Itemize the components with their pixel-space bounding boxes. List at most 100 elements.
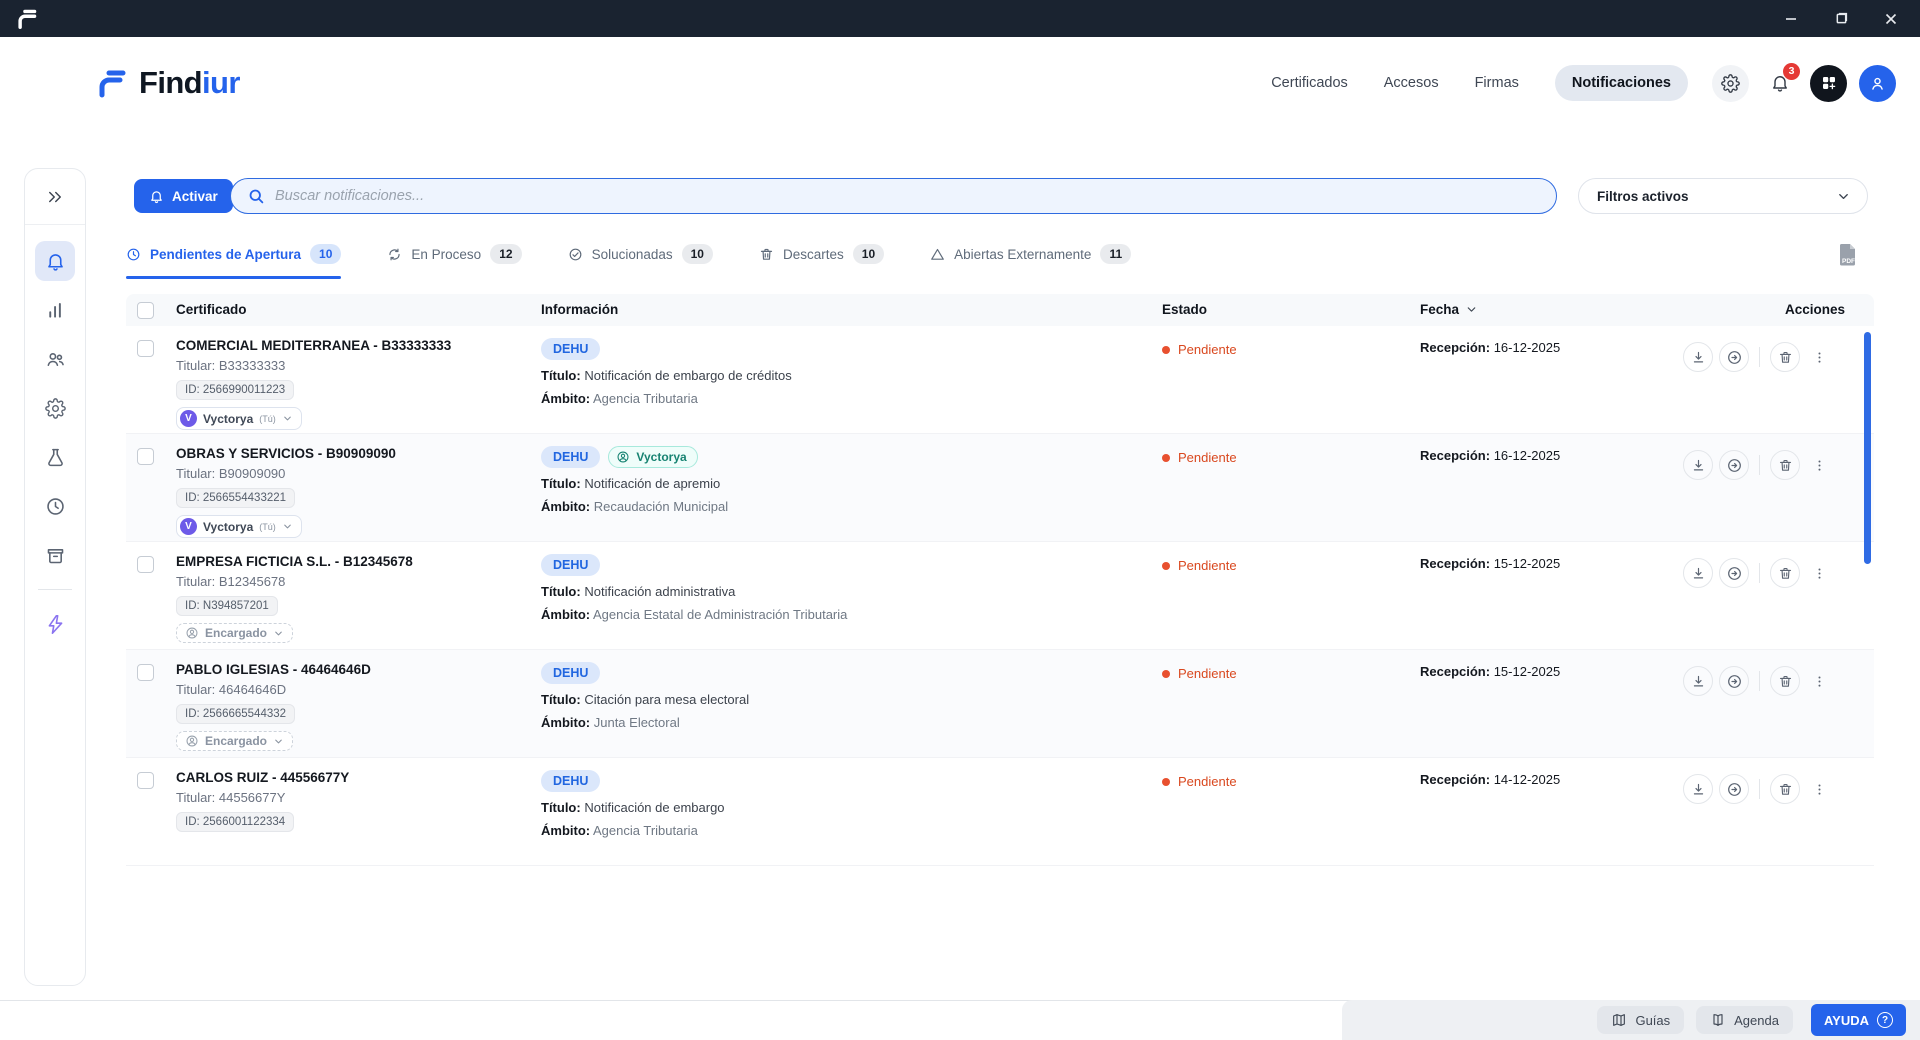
more-options-button[interactable] [1806,342,1832,372]
apps-grid-icon [1822,77,1835,90]
open-button[interactable] [1719,558,1749,588]
filters-dropdown[interactable]: Filtros activos [1578,178,1868,214]
arrow-circle-right-icon [1727,350,1741,364]
more-options-button[interactable] [1806,558,1832,588]
actions-divider [1759,563,1760,583]
more-options-button[interactable] [1806,774,1832,804]
sidebar-item-history[interactable] [35,486,75,526]
download-button[interactable] [1683,450,1713,480]
users-icon [47,352,64,366]
sidebar-item-settings[interactable] [35,388,75,428]
agenda-button[interactable]: Agenda [1696,1006,1793,1034]
sidebar-item-quick-actions[interactable] [35,604,75,644]
archive-icon [47,548,63,563]
question-mark-icon: ? [1877,1012,1893,1028]
open-button[interactable] [1719,450,1749,480]
window-controls [1782,10,1900,28]
nav-accesos[interactable]: Accesos [1384,75,1439,91]
apps-menu-button[interactable] [1810,64,1847,102]
tab-count-badge: 10 [310,244,342,264]
kebab-menu-icon [1818,567,1820,579]
search-icon [249,189,264,204]
owner-selector[interactable]: Encargado [176,731,294,751]
delete-button[interactable] [1770,342,1800,372]
search-input[interactable] [275,188,1540,204]
nav-firmas[interactable]: Firmas [1475,75,1519,91]
tab-descartes[interactable]: Descartes 10 [759,241,885,279]
status-badge: Pendiente [1162,558,1237,573]
kebab-menu-icon [1818,459,1820,471]
download-icon [1693,783,1703,794]
reception-date: Recepción: 14-12-2025 [1420,772,1561,787]
open-button[interactable] [1719,774,1749,804]
download-button[interactable] [1683,342,1713,372]
profile-button[interactable] [1859,64,1896,102]
close-icon[interactable] [1882,10,1900,28]
arrow-circle-right-icon [1727,458,1741,472]
row-checkbox[interactable] [137,448,154,465]
settings-button[interactable] [1712,64,1749,102]
notifications-bell-button[interactable]: 3 [1761,62,1800,102]
export-pdf-button[interactable]: PDF [1836,242,1860,268]
download-button[interactable] [1683,774,1713,804]
delete-button[interactable] [1770,774,1800,804]
tab-pendientes[interactable]: Pendientes de Apertura 10 [126,241,342,279]
sidebar-item-users[interactable] [35,339,75,379]
nav-notificaciones[interactable]: Notificaciones [1554,65,1688,101]
bell-icon [47,253,63,271]
certificate-name: OBRAS Y SERVICIOS - B90909090 [176,446,396,461]
activate-button[interactable]: Activar [134,179,233,213]
more-options-button[interactable] [1806,666,1832,696]
book-icon [1713,1014,1723,1026]
tab-solucionadas[interactable]: Solucionadas 10 [568,241,713,279]
search-bar [230,178,1557,214]
table-scrollbar[interactable] [1864,332,1871,564]
sidebar-item-archive[interactable] [35,535,75,575]
lightning-icon [48,614,62,634]
sidebar-expand-button[interactable] [25,169,85,225]
delete-button[interactable] [1770,450,1800,480]
open-button[interactable] [1719,342,1749,372]
owner-selector[interactable]: V Vyctorya (Tú) [176,407,302,430]
maximize-icon[interactable] [1832,10,1850,28]
row-actions [1683,450,1832,480]
sidebar-item-lab[interactable] [35,437,75,477]
nav-certificados[interactable]: Certificados [1271,75,1348,91]
certificate-name: CARLOS RUIZ - 44556677Y [176,770,350,785]
download-button[interactable] [1683,666,1713,696]
column-fecha-sort[interactable]: Fecha [1420,302,1478,317]
guides-button[interactable]: Guías [1597,1006,1685,1034]
brand-name: Findiur [139,65,240,100]
download-icon [1693,675,1703,686]
sidebar-item-notifications[interactable] [35,241,75,281]
status-dot [1162,561,1170,570]
tab-abiertas-externamente[interactable]: Abiertas Externamente 11 [930,241,1132,279]
tab-en-proceso[interactable]: En Proceso 12 [387,241,522,279]
select-all-checkbox[interactable] [137,302,154,319]
titular-line: Titular: 46464646D [176,682,287,697]
avatar: V [180,518,197,535]
row-actions [1683,666,1832,696]
titular-line: Titular: B12345678 [176,574,286,589]
delete-button[interactable] [1770,558,1800,588]
download-button[interactable] [1683,558,1713,588]
pdf-file-icon: PDF [1840,244,1855,266]
row-actions [1683,342,1832,372]
row-checkbox[interactable] [137,340,154,357]
owner-selector[interactable]: Encargado [176,623,294,643]
delete-button[interactable] [1770,666,1800,696]
help-button[interactable]: AYUDA ? [1810,1004,1906,1036]
table-row: CARLOS RUIZ - 44556677Y Titular: 4455667… [126,758,1874,866]
row-checkbox[interactable] [137,772,154,789]
row-checkbox[interactable] [137,556,154,573]
open-button[interactable] [1719,666,1749,696]
reception-date: Recepción: 15-12-2025 [1420,664,1561,679]
filters-label: Filtros activos [1597,188,1689,204]
minimize-icon[interactable] [1782,10,1800,28]
owner-selector[interactable]: V Vyctorya (Tú) [176,515,302,538]
more-options-button[interactable] [1806,450,1832,480]
row-checkbox[interactable] [137,664,154,681]
person-circle-icon [186,627,198,639]
sidebar-item-stats[interactable] [35,290,75,330]
arrow-circle-right-icon [1727,782,1741,796]
